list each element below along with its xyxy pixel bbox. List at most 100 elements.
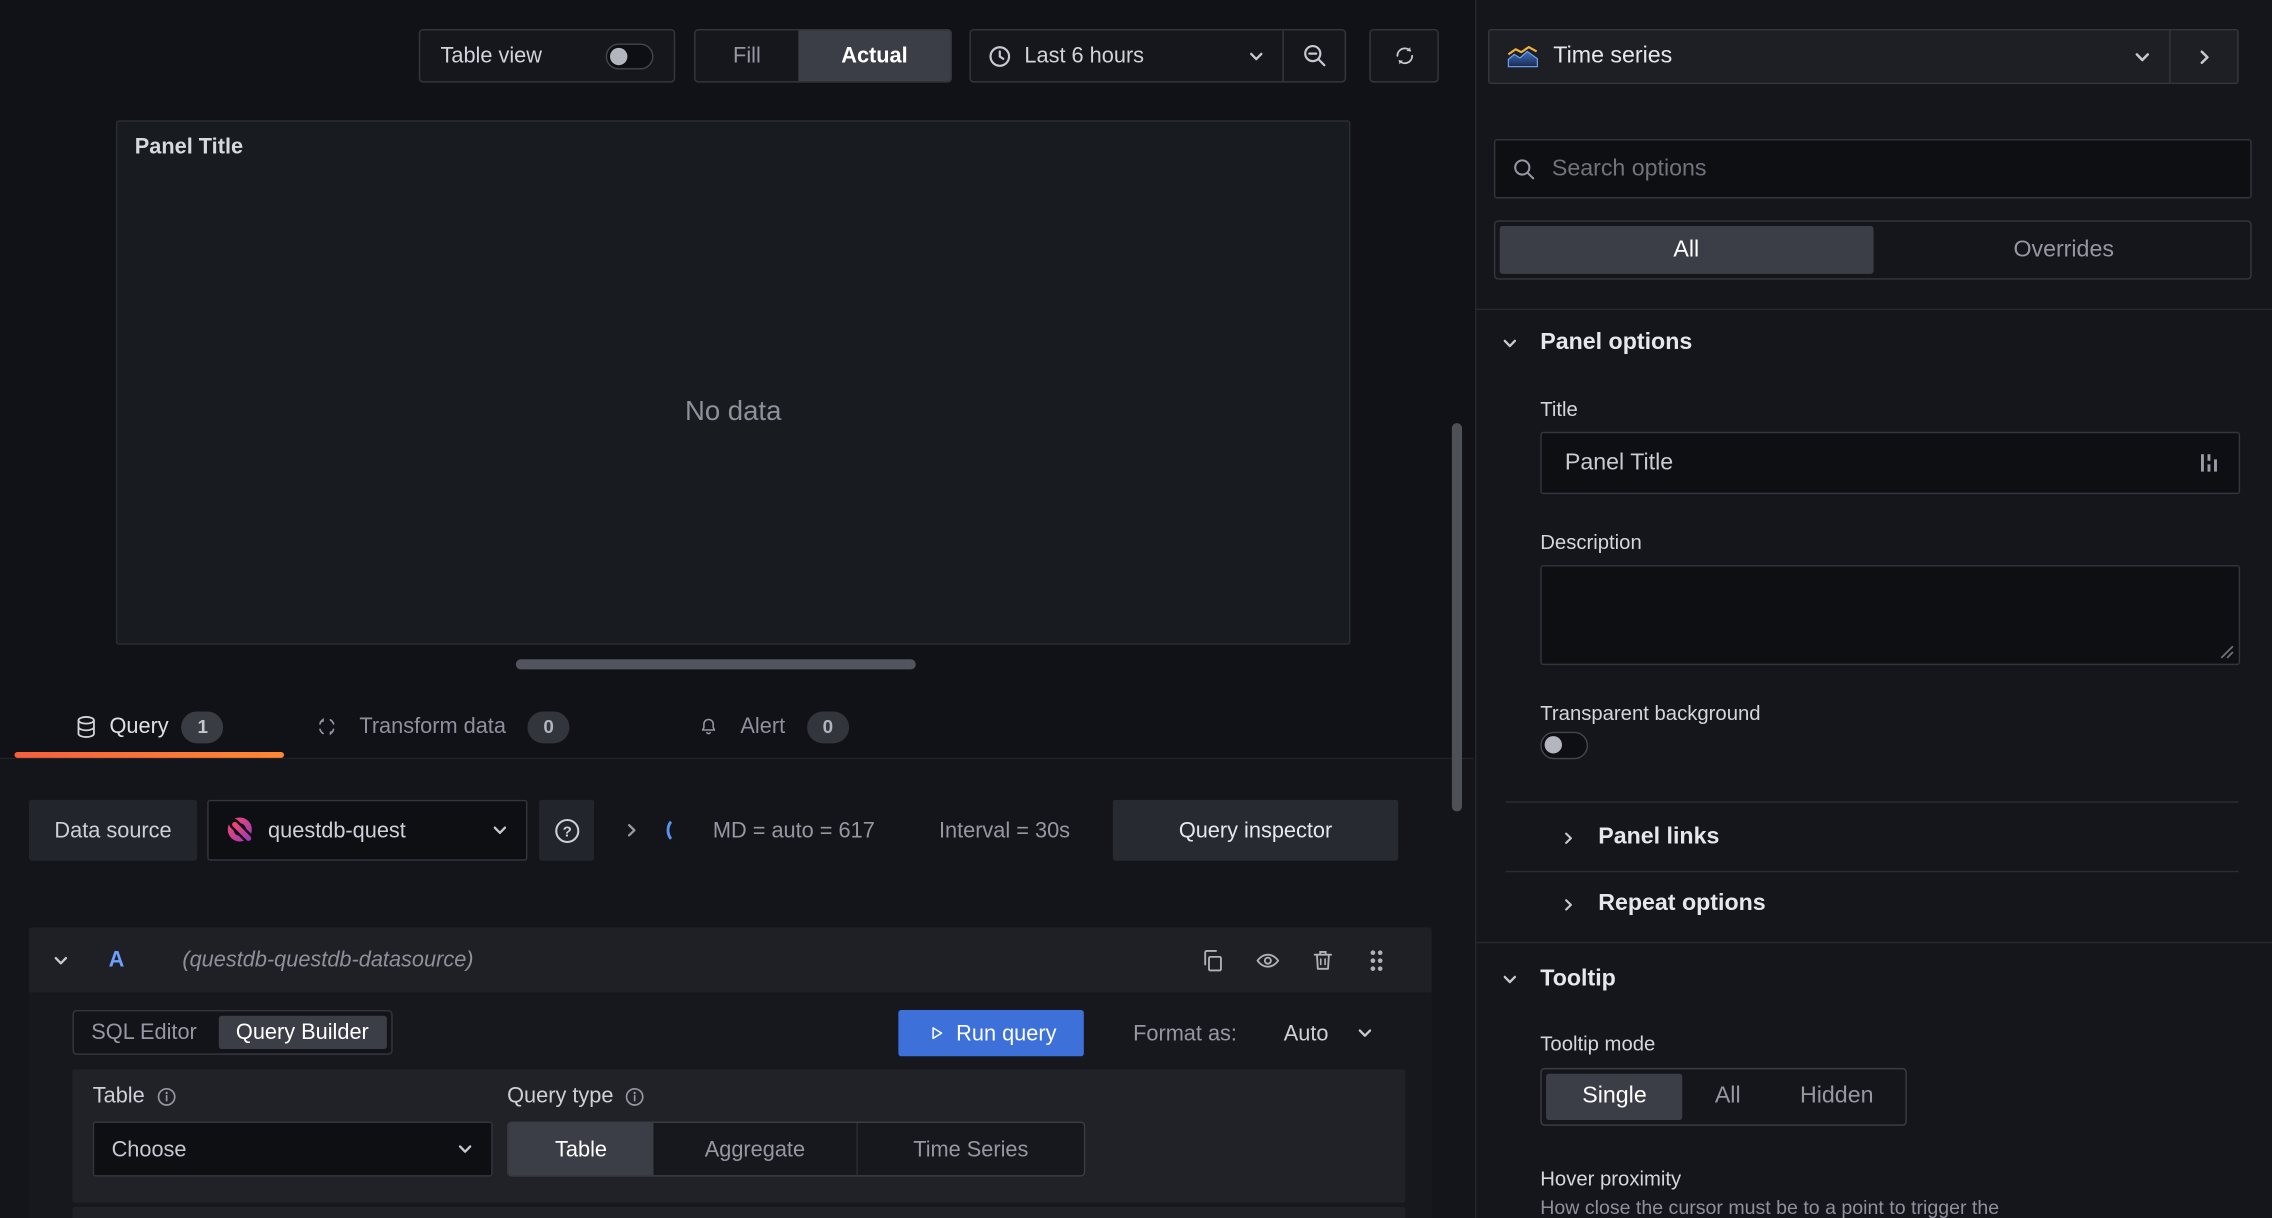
- tab-transform-data[interactable]: Transform data 0: [296, 696, 590, 758]
- viz-name: Time series: [1553, 43, 1673, 69]
- format-as-value[interactable]: Auto: [1284, 1010, 1329, 1056]
- sql-editor-mode-button[interactable]: SQL Editor: [74, 1011, 214, 1053]
- query-type-time-series[interactable]: Time Series: [858, 1123, 1084, 1175]
- query-type-label-row: Query type: [507, 1084, 645, 1108]
- hide-query-eye-icon[interactable]: [1255, 947, 1281, 973]
- chevron-down-icon[interactable]: [1356, 1024, 1373, 1041]
- tooltip-mode-single[interactable]: Single: [1546, 1073, 1683, 1121]
- time-range-group: Last 6 hours: [969, 28, 1347, 83]
- tooltip-mode-group: Single All Hidden: [1540, 1067, 1907, 1126]
- filter-tab-overrides[interactable]: Overrides: [1877, 222, 2250, 279]
- interval-stat: Interval = 30s: [938, 817, 1071, 843]
- suggestion-bars-icon[interactable]: [2198, 451, 2218, 476]
- hover-proximity-label: Hover proximity: [1540, 1166, 1682, 1190]
- svg-text:?: ?: [562, 823, 571, 840]
- description-textarea[interactable]: [1556, 575, 2225, 661]
- query-datasource-hint: (questdb-questdb-datasource): [182, 947, 474, 973]
- query-ref-id[interactable]: A: [109, 948, 125, 973]
- datasource-label-chip: Data source: [28, 799, 198, 861]
- tooltip-title: Tooltip: [1540, 966, 1616, 992]
- query-builder-mode-button[interactable]: Query Builder: [218, 1015, 387, 1050]
- query-inspector-button[interactable]: Query inspector: [1112, 799, 1399, 861]
- play-icon: [932, 1027, 943, 1040]
- vertical-scrollbar[interactable]: [1451, 423, 1463, 812]
- repeat-options-title: Repeat options: [1598, 891, 1766, 916]
- tab-alert[interactable]: Alert 0: [678, 696, 869, 758]
- active-tab-underline: [14, 752, 285, 758]
- tab-alert-label: Alert: [740, 714, 786, 739]
- panel-links-header[interactable]: Panel links: [1561, 816, 1720, 859]
- panel-options-pane: Time series All Overrides Panel options …: [1475, 0, 2272, 1218]
- copy-query-icon[interactable]: [1200, 947, 1226, 973]
- no-data-message: No data: [684, 397, 782, 428]
- description-field[interactable]: [1540, 565, 2241, 666]
- title-field-label: Title: [1540, 397, 1578, 421]
- resize-corner-icon[interactable]: [2220, 645, 2234, 659]
- chevron-down-icon[interactable]: [52, 951, 69, 968]
- query-type-table[interactable]: Table: [508, 1122, 654, 1176]
- chevron-down-icon: [493, 826, 507, 835]
- divider: [1505, 870, 2239, 873]
- tab-transform-label: Transform data: [359, 714, 506, 739]
- format-as-selected: Auto: [1283, 1020, 1329, 1046]
- drag-handle-icon[interactable]: [1365, 947, 1388, 973]
- table-view-toggle[interactable]: [605, 42, 654, 69]
- query-options-collapsed[interactable]: [623, 800, 688, 861]
- app-viewport: Table view Fill Actual Last 6 hours Pane…: [0, 0, 2272, 1218]
- repeat-options-header[interactable]: Repeat options: [1561, 882, 1766, 925]
- chevron-right-icon: [1565, 831, 1572, 844]
- help-circle-icon: ?: [554, 818, 579, 843]
- info-circle-icon: [626, 1087, 645, 1106]
- filter-tab-all[interactable]: All: [1499, 226, 1873, 274]
- datasource-help-button[interactable]: ?: [539, 799, 595, 861]
- questdb-logo-icon: [227, 817, 255, 845]
- query-editor-body: SQL Editor Query Builder Run query Forma…: [28, 992, 1432, 1218]
- table-label: Table: [92, 1083, 145, 1109]
- search-options-input[interactable]: [1548, 154, 2233, 184]
- chevron-right-icon: [627, 824, 636, 837]
- next-builder-row-clipped: [72, 1207, 1406, 1218]
- time-range-picker[interactable]: Last 6 hours: [971, 30, 1283, 81]
- table-view-label: Table view: [440, 43, 542, 69]
- transparent-background-toggle[interactable]: [1540, 731, 1589, 760]
- tab-query-badge: 1: [181, 710, 224, 743]
- tab-query[interactable]: Query 1: [14, 696, 285, 758]
- transform-icon: [319, 717, 335, 736]
- chevron-down-icon: [1503, 339, 1517, 348]
- database-icon: [76, 715, 95, 738]
- datasource-picker[interactable]: questdb-quest: [207, 799, 528, 861]
- tooltip-mode-hidden[interactable]: Hidden: [1768, 1069, 1905, 1124]
- actual-mode-button[interactable]: Actual: [798, 30, 951, 82]
- collapse-pane-button[interactable]: [2171, 30, 2238, 82]
- run-query-button[interactable]: Run query: [898, 1009, 1084, 1057]
- panel-options-header[interactable]: Panel options: [1501, 330, 1692, 356]
- transparent-background-label: Transparent background: [1540, 701, 1761, 725]
- info-circle-icon: [157, 1087, 176, 1106]
- panel-title-input[interactable]: [1562, 448, 2199, 478]
- tooltip-header[interactable]: Tooltip: [1501, 966, 1616, 992]
- query-row-header[interactable]: A (questdb-questdb-datasource): [28, 927, 1432, 993]
- timeseries-viz-icon: [1507, 46, 1538, 68]
- refresh-button[interactable]: [1369, 28, 1439, 83]
- panel-title-field[interactable]: [1540, 431, 2241, 495]
- delete-query-trash-icon[interactable]: [1310, 947, 1336, 973]
- fill-mode-button[interactable]: Fill: [696, 30, 799, 81]
- horizontal-scrollbar[interactable]: [515, 659, 916, 670]
- search-options-field[interactable]: [1493, 139, 2252, 199]
- query-type-aggregate[interactable]: Aggregate: [653, 1122, 858, 1176]
- hover-proximity-help: How close the cursor must be to a point …: [1540, 1196, 2000, 1218]
- panel-preview-title[interactable]: Panel Title: [135, 135, 243, 160]
- panel-links-title: Panel links: [1598, 824, 1720, 850]
- chevron-down-icon: [458, 1145, 472, 1153]
- chevron-down-icon: [1503, 975, 1517, 984]
- query-builder-card: Table Choose Query type Table Aggregate …: [72, 1069, 1406, 1203]
- table-view-control: Table view: [418, 28, 676, 83]
- format-as-label: Format as:: [1133, 1020, 1237, 1046]
- table-select[interactable]: Choose: [92, 1121, 493, 1177]
- zoom-out-button[interactable]: [1284, 30, 1345, 81]
- viz-picker-row: Time series: [1488, 28, 2239, 85]
- viz-picker-button[interactable]: Time series: [1490, 30, 2170, 82]
- panel-size-mode-group: Fill Actual: [694, 28, 952, 83]
- query-inspector-label: Query inspector: [1178, 817, 1333, 843]
- tooltip-mode-all[interactable]: All: [1687, 1069, 1768, 1124]
